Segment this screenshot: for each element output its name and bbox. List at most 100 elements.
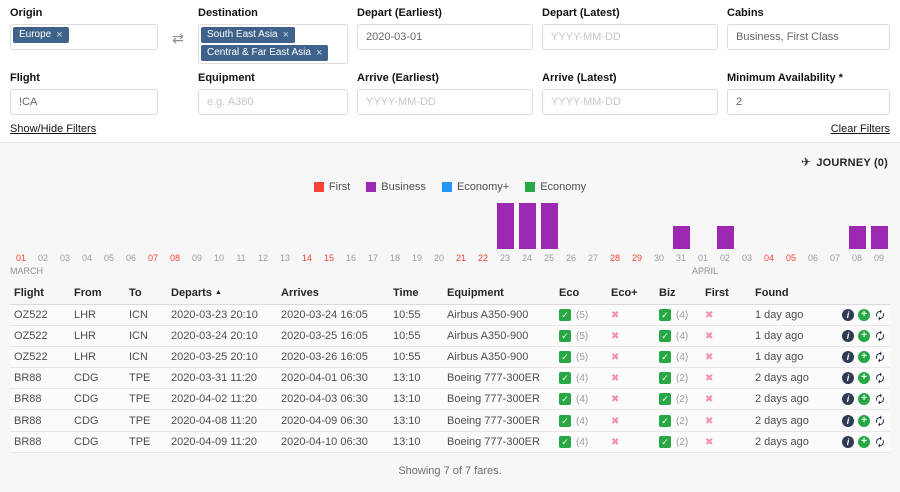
info-icon[interactable]: i <box>842 330 854 342</box>
remove-tag-icon[interactable]: × <box>283 28 289 42</box>
month-label <box>604 266 626 278</box>
column-header-found[interactable]: Found <box>751 282 827 305</box>
legend-item[interactable]: Economy+ <box>442 181 509 193</box>
legend-item[interactable]: Business <box>366 181 426 193</box>
arrive-latest-input[interactable] <box>542 89 718 115</box>
cabins-input[interactable] <box>727 24 890 50</box>
remove-tag-icon[interactable]: × <box>316 46 322 60</box>
availability-bar[interactable] <box>849 226 866 249</box>
filter-tag[interactable]: Central & Far East Asia× <box>201 45 328 61</box>
cell-time: 13:10 <box>389 389 443 410</box>
column-header-eco[interactable]: Eco <box>555 282 607 305</box>
add-icon[interactable]: + <box>858 436 870 448</box>
add-icon[interactable]: + <box>858 309 870 321</box>
month-label <box>428 266 450 278</box>
cell-found: 2 days ago <box>751 368 827 389</box>
bar-slot <box>824 199 846 249</box>
column-header-first[interactable]: First <box>701 282 751 305</box>
date-label: 09 <box>868 249 890 264</box>
cell-to: ICN <box>125 305 167 326</box>
date-label: 13 <box>274 249 296 264</box>
column-header-equipment[interactable]: Equipment <box>443 282 555 305</box>
availability-bar[interactable] <box>497 203 514 249</box>
origin-input[interactable]: Europe× <box>10 24 158 50</box>
flight-input[interactable] <box>10 89 158 115</box>
info-icon[interactable]: i <box>842 309 854 321</box>
availability-bar[interactable] <box>541 203 558 249</box>
origin-field: Origin Europe× <box>10 5 158 50</box>
equipment-field: Equipment <box>198 70 348 115</box>
column-header-departs[interactable]: Departs▲ <box>167 282 277 305</box>
availability-bar[interactable] <box>519 203 536 249</box>
cross-icon: ✖ <box>611 331 619 342</box>
filter-tag[interactable]: Europe× <box>13 27 69 43</box>
cell-actions: i+ <box>827 347 890 368</box>
add-icon[interactable]: + <box>858 351 870 363</box>
availability-bar[interactable] <box>717 226 734 249</box>
refresh-icon[interactable] <box>874 372 886 384</box>
clear-filters-link[interactable]: Clear Filters <box>831 123 890 135</box>
legend-label: Business <box>381 181 426 193</box>
depart-latest-input[interactable] <box>542 24 718 50</box>
month-label <box>142 266 164 278</box>
info-icon[interactable]: i <box>842 415 854 427</box>
info-icon[interactable]: i <box>842 436 854 448</box>
info-icon[interactable]: i <box>842 393 854 405</box>
availability-cell: ✓(5) <box>559 330 588 342</box>
refresh-icon[interactable] <box>874 436 886 448</box>
legend-item[interactable]: Economy <box>525 181 586 193</box>
cross-icon: ✖ <box>705 373 713 384</box>
column-header-flight[interactable]: Flight <box>10 282 70 305</box>
month-label <box>186 266 208 278</box>
add-icon[interactable]: + <box>858 393 870 405</box>
refresh-icon[interactable] <box>874 415 886 427</box>
cell-arrives: 2020-04-01 06:30 <box>277 368 389 389</box>
cell-arrives: 2020-04-09 06:30 <box>277 410 389 431</box>
availability-cell: ✖ <box>705 309 713 321</box>
refresh-icon[interactable] <box>874 330 886 342</box>
date-label: 05 <box>98 249 120 264</box>
bar-slot <box>714 199 736 249</box>
column-header-arrives[interactable]: Arrives <box>277 282 389 305</box>
column-header-label: Time <box>393 287 418 299</box>
equipment-input[interactable] <box>198 89 348 115</box>
column-header-time[interactable]: Time <box>389 282 443 305</box>
cell-found: 2 days ago <box>751 389 827 410</box>
info-icon[interactable]: i <box>842 351 854 363</box>
add-icon[interactable]: + <box>858 372 870 384</box>
availability-cell: ✖ <box>705 372 713 384</box>
add-icon[interactable]: + <box>858 330 870 342</box>
refresh-icon[interactable] <box>874 351 886 363</box>
column-header-to[interactable]: To <box>125 282 167 305</box>
journey-button[interactable]: ✈JOURNEY (0) <box>10 143 890 169</box>
add-icon[interactable]: + <box>858 415 870 427</box>
availability-bar[interactable] <box>871 226 888 249</box>
column-header-eco_plus[interactable]: Eco+ <box>607 282 655 305</box>
cell-equipment: Boeing 777-300ER <box>443 368 555 389</box>
info-icon[interactable]: i <box>842 372 854 384</box>
filter-tag-label: South East Asia <box>207 28 278 42</box>
arrive-earliest-input[interactable] <box>357 89 533 115</box>
filter-tag[interactable]: South East Asia × <box>201 27 295 43</box>
legend-item[interactable]: First <box>314 181 350 193</box>
swap-origin-destination-icon[interactable]: ⇄ <box>167 30 189 47</box>
destination-input[interactable]: South East Asia×Central & Far East Asia× <box>198 24 348 64</box>
show-hide-filters-link[interactable]: Show/Hide Filters <box>10 123 96 135</box>
remove-tag-icon[interactable]: × <box>56 28 62 42</box>
availability-bar[interactable] <box>673 226 690 249</box>
depart-earliest-input[interactable] <box>357 24 533 50</box>
chart-day-cell: 19 <box>406 199 428 278</box>
depart-earliest-label: Depart (Earliest) <box>357 7 533 19</box>
cell-biz: ✓(2) <box>655 368 701 389</box>
column-header-from[interactable]: From <box>70 282 125 305</box>
bar-slot <box>604 199 626 249</box>
chart-day-cell: 03 <box>736 199 758 278</box>
bar-slot <box>626 199 648 249</box>
column-header-biz[interactable]: Biz <box>655 282 701 305</box>
cell-time: 10:55 <box>389 347 443 368</box>
refresh-icon[interactable] <box>874 309 886 321</box>
refresh-icon[interactable] <box>874 393 886 405</box>
minimum-availability-input[interactable] <box>727 89 890 115</box>
chart-day-cell: 04 <box>758 199 780 278</box>
cell-first: ✖ <box>701 431 751 452</box>
